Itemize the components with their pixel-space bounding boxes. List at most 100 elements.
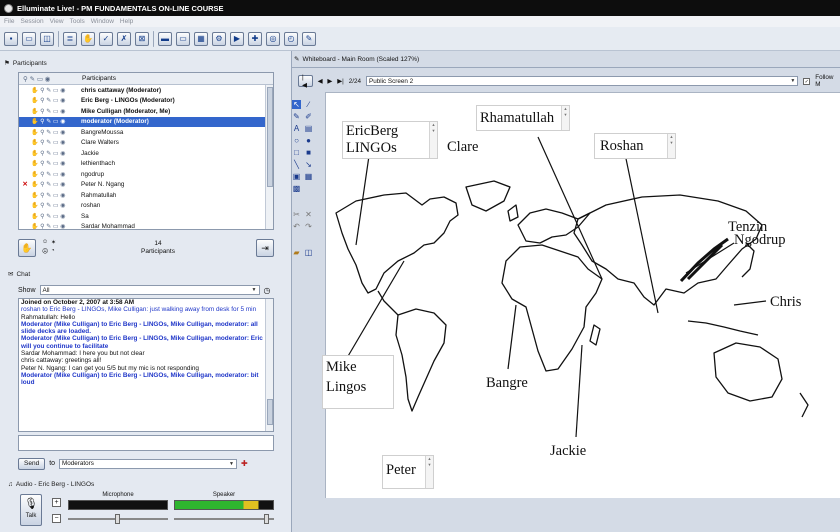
participant-row[interactable]: ✕ ✋ ⚲ ✎ ▭ ◉ Peter N. Ngang	[19, 180, 273, 191]
participant-permission-icons[interactable]: ✋ ⚲ ✎ ▭ ◉	[31, 139, 79, 146]
select-tool-icon[interactable]: ↖	[292, 100, 301, 109]
notes-icon[interactable]: ✎	[302, 31, 316, 46]
participant-permission-icons[interactable]: ✋ ⚲ ✎ ▭ ◉	[31, 160, 79, 167]
participant-permission-icons[interactable]: ✋ ⚲ ✎ ▭ ◉	[31, 213, 79, 220]
microphone-slider[interactable]	[115, 514, 120, 524]
participant-row[interactable]: ✋ ⚲ ✎ ▭ ◉ Rahmatullah	[19, 190, 273, 201]
tools-icon[interactable]: ✚	[248, 31, 262, 46]
last-page-icon[interactable]: ▶|	[337, 78, 343, 85]
happy-icon[interactable]: ☺	[42, 239, 51, 248]
chat-options-icon[interactable]: ◷	[264, 286, 271, 295]
volume-up-button[interactable]: +	[52, 498, 61, 507]
monitor-icon[interactable]: ▭	[176, 31, 190, 46]
spinner[interactable]: ▲ ▼	[425, 456, 433, 488]
whiteboard-icon[interactable]: ▦	[194, 31, 208, 46]
exit-button[interactable]: ⇥	[256, 239, 274, 257]
chat-scrollbar[interactable]	[265, 299, 273, 431]
participant-permission-icons[interactable]: ✋ ⚲ ✎ ▭ ◉	[31, 202, 79, 209]
speaker-slider[interactable]	[264, 514, 269, 524]
stamp-icon[interactable]: ▩	[292, 184, 301, 193]
undo-icon[interactable]: ↶	[292, 222, 301, 231]
participant-permission-icons[interactable]: ✋ ⚲ ✎ ▭ ◉	[31, 223, 79, 230]
filled-ellipse-icon[interactable]: ●	[304, 136, 313, 145]
print-icon[interactable]: ▭	[22, 31, 36, 46]
participant-row[interactable]: ✋ ⚲ ✎ ▭ ◉ Eric Berg - LINGOs (Moderator)	[19, 96, 273, 107]
rectangle-icon[interactable]: □	[292, 148, 301, 157]
timer-icon[interactable]: ◴	[284, 31, 298, 46]
volume-down-button[interactable]: −	[52, 514, 61, 523]
participant-permission-icons[interactable]: ✋ ⚲ ✎ ▭ ◉	[31, 129, 79, 136]
menu-file[interactable]: File	[4, 18, 14, 25]
whiteboard-canvas[interactable]: ▲ ▼ ▲ ▼ ▲ ▼ ▲ ▼ EricBerg LINGOs Clare Rhamat…	[322, 92, 840, 498]
arrow-line-icon[interactable]: ↘	[304, 160, 313, 169]
participant-permission-icons[interactable]: ✋ ⚲ ✎ ▭ ◉	[31, 108, 79, 115]
participant-permission-icons[interactable]: ✋ ⚲ ✎ ▭ ◉	[31, 87, 79, 94]
page-explorer-icon[interactable]: ◫	[304, 248, 313, 257]
feedback-icon[interactable]: ✗	[117, 31, 131, 46]
web-tour-icon[interactable]: ◎	[266, 31, 280, 46]
send-button[interactable]: Send	[18, 457, 46, 470]
participant-row[interactable]: ✋ ⚲ ✎ ▭ ◉ moderator (Moderator)	[19, 116, 273, 127]
participant-permission-icons[interactable]: ✋ ⚲ ✎ ▭ ◉	[31, 181, 79, 188]
menu-view[interactable]: View	[50, 18, 64, 25]
image-tool-icon[interactable]: ▤	[304, 124, 313, 133]
scroll-thumb[interactable]	[267, 87, 273, 187]
participant-permission-icons[interactable]: ✋ ⚲ ✎ ▭ ◉	[31, 192, 79, 199]
cut-icon[interactable]: ✂	[292, 210, 301, 219]
save-icon[interactable]: ▪	[4, 31, 18, 46]
participant-permission-icons[interactable]: ✋ ⚲ ✎ ▭ ◉	[31, 97, 79, 104]
clipart-icon[interactable]: ▦	[304, 172, 313, 181]
text-tool-icon[interactable]: A	[292, 124, 301, 133]
emoticon-icon[interactable]: ✚	[241, 459, 248, 468]
spinner[interactable]: ▲ ▼	[429, 122, 437, 158]
screenshot-icon[interactable]: ▣	[292, 172, 301, 181]
menu-tools[interactable]: Tools	[70, 18, 85, 25]
participant-row[interactable]: ✋ ⚲ ✎ ▭ ◉ Jackie	[19, 148, 273, 159]
poll-icon[interactable]: ✓	[99, 31, 113, 46]
participant-row[interactable]: ✋ ⚲ ✎ ▭ ◉ Sa	[19, 211, 273, 222]
participants-scrollbar[interactable]	[265, 85, 273, 229]
folder-icon[interactable]: ▰	[292, 248, 301, 257]
pen-icon[interactable]: ✎	[292, 112, 301, 121]
permissions-icon[interactable]: ⊠	[135, 31, 149, 46]
follow-checkbox[interactable]: ✓	[803, 77, 811, 85]
participant-row[interactable]: ✋ ⚲ ✎ ▭ ◉ chris cattaway (Moderator)	[19, 85, 273, 96]
confused-icon[interactable]: ☹	[42, 248, 51, 257]
spinner[interactable]: ▲ ▼	[561, 106, 569, 130]
recipient-select[interactable]: Moderators ▼	[59, 458, 238, 469]
spinner[interactable]: ▲ ▼	[667, 134, 675, 158]
participant-row[interactable]: ✋ ⚲ ✎ ▭ ◉ lethienthach	[19, 159, 273, 170]
highlighter-icon[interactable]: ∕	[304, 100, 313, 109]
participant-permission-icons[interactable]: ✋ ⚲ ✎ ▭ ◉	[31, 150, 79, 157]
first-page-button[interactable]: |◀	[298, 74, 313, 89]
participant-row[interactable]: ✋ ⚲ ✎ ▭ ◉ Mike Culligan (Moderator, Me)	[19, 106, 273, 117]
chat-filter-select[interactable]: All ▼	[39, 285, 260, 295]
hand-raise-icon[interactable]: ✋	[81, 31, 95, 46]
screen-icon[interactable]: ▬	[158, 31, 172, 46]
raise-hand-button[interactable]: ✋	[18, 239, 36, 257]
list-icon[interactable]: ≣	[63, 31, 77, 46]
filled-rectangle-icon[interactable]: ■	[304, 148, 313, 157]
prev-page-icon[interactable]: ◀	[318, 78, 323, 85]
participant-row[interactable]: ✋ ⚲ ✎ ▭ ◉ ngodrup	[19, 169, 273, 180]
layout-icon[interactable]: ◫	[40, 31, 54, 46]
delete-icon[interactable]: ✕	[304, 210, 313, 219]
video-icon[interactable]: ▶	[230, 31, 244, 46]
participant-row[interactable]: ✋ ⚲ ✎ ▭ ◉ Clare Walters	[19, 138, 273, 149]
menu-help[interactable]: Help	[120, 18, 133, 25]
applause-icon[interactable]: ✶	[51, 239, 60, 248]
chat-input[interactable]	[18, 435, 274, 451]
line-icon[interactable]: ╲	[292, 160, 301, 169]
clock-icon[interactable]: ◔	[51, 248, 60, 257]
screen-select[interactable]: Public Screen 2 ▼	[366, 76, 799, 86]
scroll-thumb[interactable]	[267, 399, 273, 425]
menu-session[interactable]: Session	[20, 18, 43, 25]
redo-icon[interactable]: ↷	[304, 222, 313, 231]
participant-permission-icons[interactable]: ✋ ⚲ ✎ ▭ ◉	[31, 171, 79, 178]
emoticon-grid[interactable]: ☺ ✶ ☹ ◔	[42, 239, 60, 257]
participant-permission-icons[interactable]: ✋ ⚲ ✎ ▭ ◉	[31, 118, 79, 125]
participant-row[interactable]: ✋ ⚲ ✎ ▭ ◉ roshan	[19, 201, 273, 212]
ellipse-icon[interactable]: ○	[292, 136, 301, 145]
marker-icon[interactable]: ✐	[304, 112, 313, 121]
next-page-icon[interactable]: ▶	[327, 78, 332, 85]
